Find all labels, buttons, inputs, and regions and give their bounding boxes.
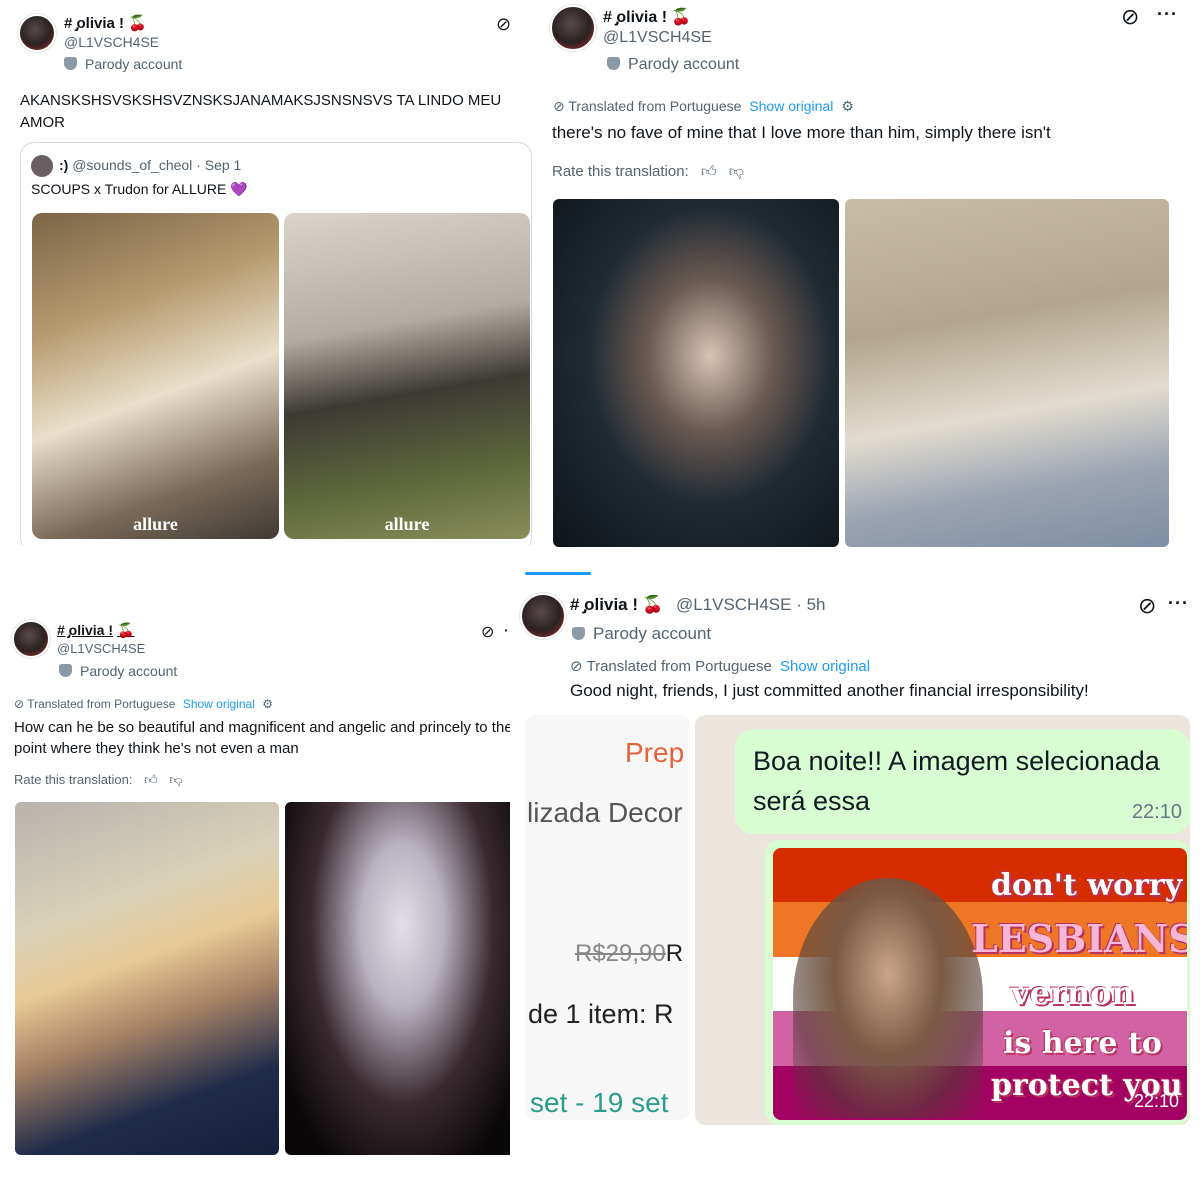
post-text: there's no fave of mine that I love more… (552, 123, 1051, 142)
display-name[interactable]: # ̡olivia ! 🍒 (57, 622, 134, 639)
mask-icon (64, 57, 77, 70)
post-text: Good night, friends, I just committed an… (570, 681, 1089, 700)
photo-2[interactable]: allure (284, 213, 530, 539)
parody-label: Parody account (572, 624, 711, 644)
show-original-link[interactable]: Show original (183, 697, 255, 711)
translate-icon: ⊘ (570, 658, 583, 675)
gear-icon[interactable]: ⚙ (262, 697, 273, 711)
display-name[interactable]: # ̡olivia ! 🍒 (64, 14, 147, 32)
post-text: How can he be so beautiful and magnifice… (14, 719, 513, 757)
translate-icon: ⊘ (553, 98, 565, 114)
post-panel-3: # ̡olivia ! 🍒 @L1VSCH4SE Parody account ⊘… (0, 590, 527, 1200)
display-name[interactable]: # ̡olivia ! 🍒 @L1VSCH4SE · 5h (570, 595, 825, 615)
rate-translation: Rate this translation: 👍︎ 👎︎ (552, 163, 745, 180)
more-icon[interactable]: ··· (1168, 593, 1189, 614)
show-original-link[interactable]: Show original (749, 98, 833, 114)
image-caption-line: vernon (1011, 974, 1135, 1012)
parody-label: Parody account (607, 56, 739, 74)
grok-icon[interactable]: ⊘ (1138, 593, 1156, 619)
grok-icon[interactable]: ⊘ (481, 622, 494, 642)
watermark: allure (384, 514, 430, 534)
avatar[interactable] (550, 5, 596, 51)
chat-message-time: 22:10 (1131, 801, 1182, 823)
post-panel-4: # ̡olivia ! 🍒 @L1VSCH4SE · 5h Parody acco… (510, 575, 1200, 1200)
grok-icon[interactable]: ⊘ (1121, 4, 1139, 30)
chat-screenshot[interactable]: Boa noite!! A imagem selecionada será es… (695, 715, 1190, 1125)
more-icon[interactable]: ··· (1157, 4, 1178, 25)
watermark: allure (133, 514, 178, 534)
thumbs-down-icon[interactable]: 👎︎ (729, 163, 744, 180)
display-name[interactable]: # ̡olivia ! 🍒 (603, 7, 691, 27)
image-caption-line: is here to (1003, 1026, 1162, 1061)
lesbian-flag-image: don't worry LESBIANS vernon is here to p… (773, 848, 1187, 1120)
quote-header: :) @sounds_of_cheol · Sep 1 (59, 157, 241, 173)
grok-icon[interactable]: ⊘ (496, 14, 511, 35)
handle[interactable]: @L1VSCH4SE (603, 29, 712, 47)
shop-title: lizada Decor (527, 797, 683, 828)
photo-1[interactable] (553, 199, 839, 547)
mask-icon (607, 57, 620, 70)
shop-prep: Prep (625, 737, 685, 768)
photo (793, 878, 983, 1118)
mask-icon (59, 664, 72, 677)
parody-label: Parody account (64, 56, 182, 72)
mask-icon (572, 627, 585, 640)
quote-handle-date: @sounds_of_cheol · Sep 1 (72, 157, 242, 173)
cherry-icon: 🍒 (671, 9, 691, 26)
avatar[interactable] (520, 593, 566, 639)
shop-dates: set - 19 set (530, 1087, 669, 1118)
shop-items: de 1 item: R (528, 999, 674, 1029)
photo-1[interactable] (15, 802, 279, 1155)
cherry-icon: 🍒 (128, 15, 147, 32)
chat-message-text: Boa noite!! A imagem selecionada será es… (753, 746, 1160, 816)
photo-2[interactable] (285, 802, 519, 1155)
shop-screenshot[interactable]: Prep lizada Decor R$29,90R de 1 item: R … (525, 715, 690, 1120)
translation-notice: ⊘ Translated from Portuguese Show origin… (570, 658, 871, 675)
quote-name: :) (59, 157, 69, 173)
translate-icon: ⊘ (14, 697, 25, 711)
thumbs-up-icon[interactable]: 👍︎ (701, 163, 717, 180)
gear-icon[interactable]: ⚙ (841, 98, 854, 114)
post-text: AKANSKSHSVSKSHSVZNSKSJANAMAKSJSNSNSVS TA… (20, 92, 502, 131)
quote-text: SCOUPS x Trudon for ALLURE 💜 (31, 181, 248, 197)
shop-price-old: R$29,90R (575, 940, 684, 967)
translation-notice: ⊘ Translated from Portuguese Show origin… (14, 697, 273, 711)
image-time: 22:10 (1133, 1091, 1179, 1111)
cherry-icon: 🍒 (117, 622, 135, 638)
show-original-link[interactable]: Show original (780, 658, 870, 675)
post-panel-2: # ̡olivia ! 🍒 @L1VSCH4SE Parody account ⊘… (535, 0, 1200, 560)
translation-notice: ⊘ Translated from Portuguese Show origin… (553, 98, 854, 114)
quote-tweet[interactable]: :) @sounds_of_cheol · Sep 1 SCOUPS x Tru… (20, 142, 532, 545)
handle[interactable]: @L1VSCH4SE (57, 641, 145, 656)
thumbs-down-icon[interactable]: 👎︎ (169, 772, 182, 787)
thumbs-up-icon[interactable]: 👍︎ (144, 772, 158, 787)
parody-label: Parody account (59, 663, 177, 679)
chat-message-bubble: Boa noite!! A imagem selecionada será es… (735, 729, 1190, 834)
photo-1[interactable]: allure (32, 213, 279, 539)
handle[interactable]: @L1VSCH4SE · 5h (676, 595, 826, 614)
avatar (31, 155, 53, 177)
rate-translation: Rate this translation: 👍︎ 👎︎ (14, 772, 183, 787)
image-caption-line: don't worry (991, 868, 1183, 903)
avatar[interactable] (12, 620, 50, 658)
image-caption-line: LESBIANS (971, 916, 1187, 961)
handle[interactable]: @L1VSCH4SE (64, 34, 159, 50)
chat-image-bubble[interactable]: don't worry LESBIANS vernon is here to p… (765, 840, 1190, 1125)
avatar[interactable] (18, 14, 56, 52)
photo-2[interactable] (845, 199, 1169, 547)
post-panel-1: # ̡olivia ! 🍒 @L1VSCH4SE Parody account ⊘… (0, 0, 535, 545)
cherry-icon: 🍒 (642, 595, 664, 614)
